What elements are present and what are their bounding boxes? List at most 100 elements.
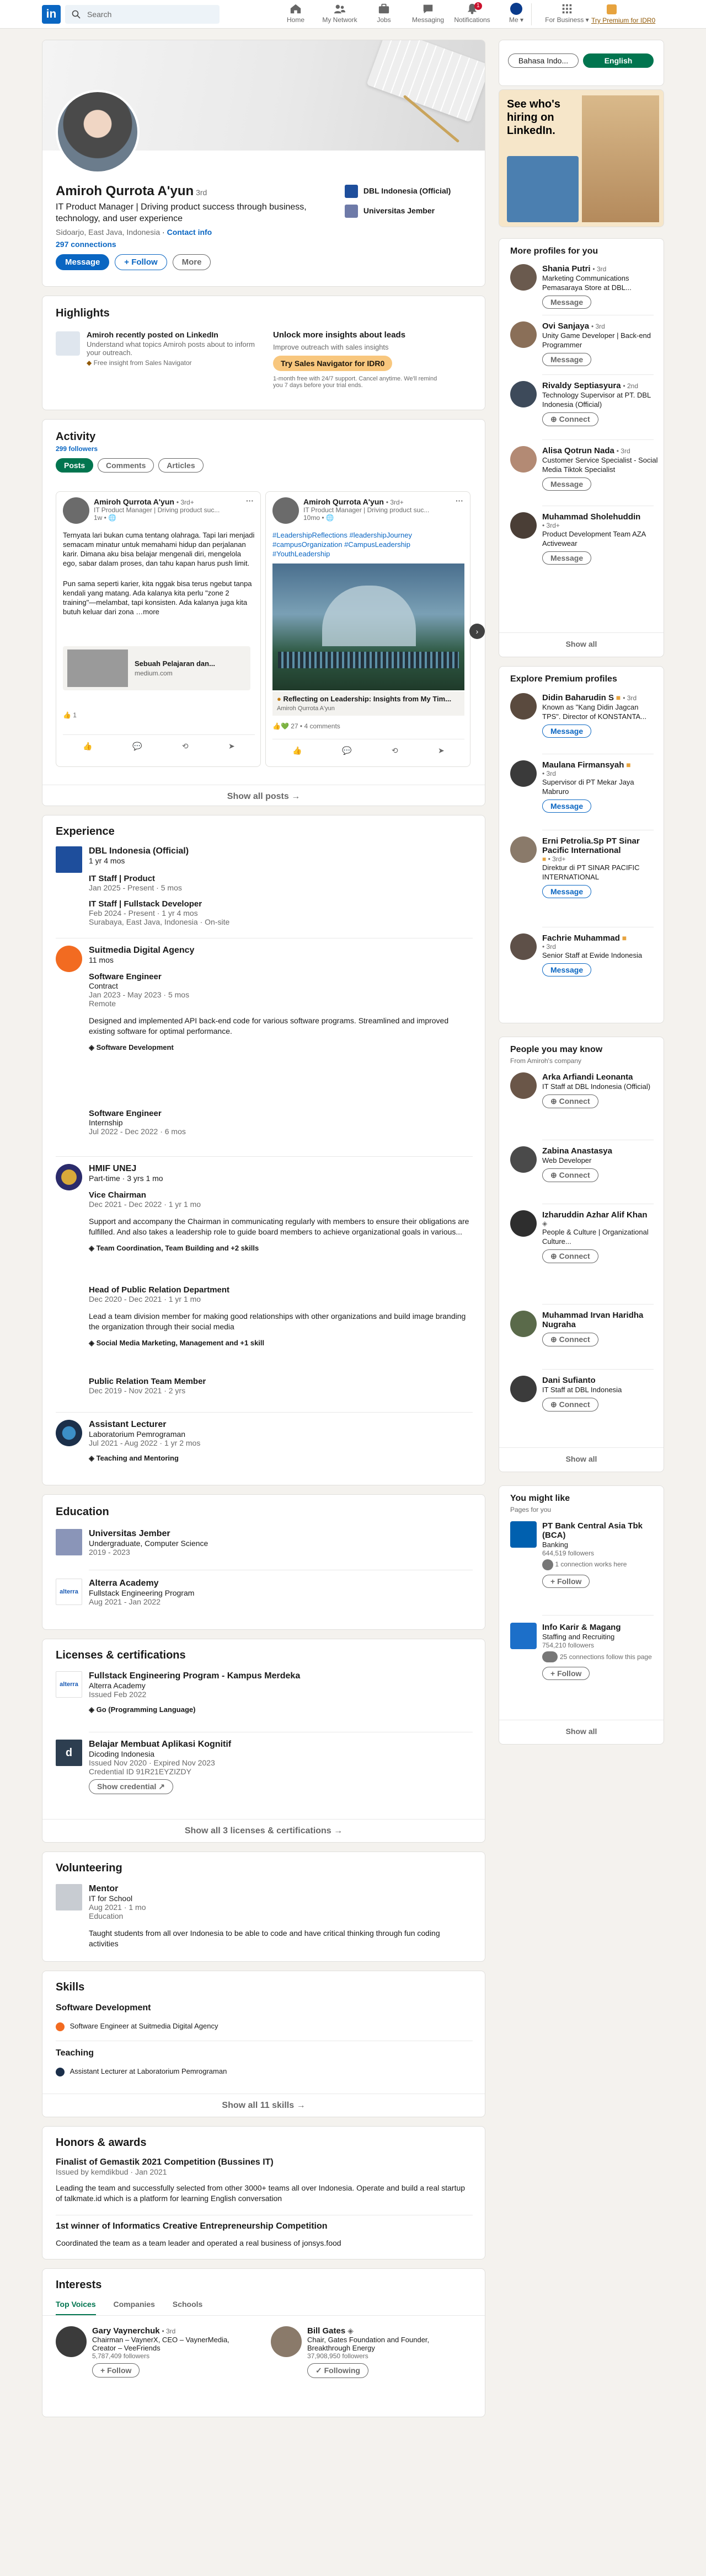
show-all-pymk[interactable]: Show all (499, 1447, 664, 1463)
comment-icon[interactable]: 💬 (342, 746, 351, 755)
hmif-logo[interactable] (56, 1164, 82, 1190)
nav-me[interactable]: Me ▾ (494, 3, 538, 24)
license-org[interactable]: Dicoding Indonesia (89, 1749, 469, 1758)
show-all-licenses[interactable]: Show all 3 licenses & certifications → (42, 1819, 485, 1836)
like-icon[interactable]: 👍 (292, 746, 302, 755)
dicoding-logo[interactable]: d (56, 1740, 82, 1766)
ad-card[interactable]: See who's hiring on LinkedIn. (499, 89, 664, 227)
show-all-profiles[interactable]: Show all (499, 632, 664, 648)
like-icon[interactable]: 👍 (83, 742, 92, 751)
reaction-count[interactable]: 1 (73, 711, 77, 719)
comment-icon[interactable]: 💬 (132, 742, 142, 751)
school-name[interactable]: Alterra Academy (89, 1579, 194, 1588)
post-author-headline: IT Product Manager | Driving product suc… (303, 506, 430, 514)
message-button[interactable]: Message (542, 477, 592, 491)
search-input[interactable]: Search (65, 5, 220, 24)
nav-my-network[interactable]: My Network (318, 3, 362, 24)
nav-messaging[interactable]: Messaging (406, 3, 450, 24)
dbl-company-logo[interactable] (56, 846, 82, 873)
post-card-2[interactable]: Amiroh Qurrota A'yun • 3rd+ IT Product M… (265, 491, 470, 767)
company-name[interactable]: DBL Indonesia (Official) (89, 846, 189, 856)
carousel-next-button[interactable]: › (469, 624, 485, 639)
connections-link[interactable]: 297 connections (56, 240, 331, 249)
nav-home[interactable]: Home (274, 3, 318, 24)
repost-icon[interactable]: ⟲ (392, 746, 398, 755)
show-all-pages[interactable]: Show all (499, 1720, 664, 1736)
company-name[interactable]: Suitmedia Digital Agency (89, 946, 194, 956)
post-hashtags[interactable]: #LeadershipReflections #leadershipJourne… (272, 530, 464, 559)
volunteer-description: Taught students from all over Indonesia … (89, 1929, 440, 1948)
post-image[interactable] (272, 564, 464, 690)
repost-icon[interactable]: ⟲ (182, 742, 189, 751)
send-icon[interactable]: ➤ (228, 742, 235, 751)
alterra-logo[interactable]: alterra (56, 1671, 82, 1698)
tab-top-voices[interactable]: Top Voices (56, 2300, 96, 2315)
tab-posts[interactable]: Posts (56, 458, 94, 473)
laboratorium-logo[interactable] (56, 1420, 82, 1446)
send-icon[interactable]: ➤ (438, 746, 445, 755)
tab-articles[interactable]: Articles (158, 458, 204, 473)
language-english-button[interactable]: English (583, 53, 654, 68)
reaction-count[interactable]: 27 • 4 comments (291, 722, 340, 730)
post-card-1[interactable]: Amiroh Qurrota A'yun • 3rd+ IT Product M… (56, 491, 261, 767)
more-button[interactable]: More (172, 254, 211, 270)
unej-school-logo[interactable] (56, 1529, 82, 1555)
nav-notifications[interactable]: 1 Notifications (450, 2, 494, 24)
connect-button[interactable]: ⊕ Connect (542, 1094, 598, 1108)
post-menu-icon[interactable]: ··· (456, 496, 463, 505)
suitmedia-logo[interactable] (56, 946, 82, 972)
connect-button[interactable]: ⊕ Connect (542, 1333, 598, 1346)
message-button[interactable]: Message (542, 353, 592, 366)
tab-companies[interactable]: Companies (114, 2300, 155, 2309)
contact-info-link[interactable]: Contact info (167, 228, 212, 237)
nav-for-business[interactable]: For Business ▾ (545, 3, 589, 24)
follow-button[interactable]: + Follow (115, 254, 167, 270)
role-skills[interactable]: Social Media Marketing, Management and +… (97, 1339, 265, 1347)
following-button[interactable]: ✓ Following (307, 2363, 368, 2378)
try-premium-link[interactable]: Try Premium for IDR0 (591, 17, 655, 24)
followers-count[interactable]: 299 followers (56, 445, 98, 453)
connect-button[interactable]: ⊕ Connect (542, 1168, 598, 1182)
follow-page-button[interactable]: + Follow (542, 1667, 590, 1680)
license-skills[interactable]: Go (Programming Language) (97, 1705, 196, 1714)
license-org[interactable]: Alterra Academy (89, 1681, 469, 1690)
try-sales-navigator-button[interactable]: Try Sales Navigator for IDR0 (273, 356, 393, 371)
role-skills[interactable]: Teaching and Mentoring (97, 1454, 179, 1462)
skill-name[interactable]: Software Development (56, 2003, 151, 2013)
message-button[interactable]: Message (542, 963, 592, 976)
post-link-preview[interactable]: Sebuah Pelajaran dan... medium.com (63, 646, 250, 690)
post-article-caption[interactable]: ● Reflecting on Leadership: Insights fro… (272, 691, 464, 716)
company-name[interactable]: Laboratorium Pemrograman (89, 1430, 464, 1439)
tab-comments[interactable]: Comments (98, 458, 154, 473)
unlock-desc: Improve outreach with sales insights (273, 343, 389, 351)
language-bahasa-button[interactable]: Bahasa Indo... (508, 53, 579, 68)
post-menu-icon[interactable]: ··· (246, 496, 254, 505)
message-button[interactable]: Message (542, 799, 592, 813)
message-button[interactable]: Message (542, 724, 592, 738)
message-button[interactable]: Message (542, 885, 592, 898)
nav-jobs[interactable]: Jobs (362, 3, 406, 24)
connect-button[interactable]: ⊕ Connect (542, 1398, 598, 1412)
message-button[interactable]: Message (542, 296, 592, 309)
school-name[interactable]: Universitas Jember (89, 1529, 208, 1539)
linkedin-logo[interactable]: in (42, 5, 61, 24)
connect-button[interactable]: ⊕ Connect (542, 412, 598, 426)
role-skills[interactable]: Software Development (97, 1043, 174, 1051)
message-button[interactable]: Message (542, 551, 592, 565)
education-school[interactable]: Universitas Jember (345, 205, 435, 218)
interest-headline: Chair, Gates Foundation and Founder, Bre… (307, 2336, 430, 2352)
role-skills[interactable]: Team Coordination, Team Building and +2 … (97, 1244, 259, 1252)
skill-name[interactable]: Teaching (56, 2048, 94, 2058)
profile-photo[interactable] (56, 90, 140, 174)
tab-schools[interactable]: Schools (173, 2300, 202, 2309)
show-all-skills[interactable]: Show all 11 skills → (42, 2094, 485, 2111)
current-company[interactable]: DBL Indonesia (Official) (345, 185, 451, 198)
alterra-logo[interactable]: alterra (56, 1579, 82, 1605)
message-button[interactable]: Message (56, 254, 110, 270)
follow-page-button[interactable]: + Follow (542, 1575, 590, 1588)
follow-button[interactable]: + Follow (92, 2363, 140, 2378)
show-credential-button[interactable]: Show credential (97, 1782, 156, 1791)
show-all-posts[interactable]: Show all posts → (42, 785, 485, 802)
connect-button[interactable]: ⊕ Connect (542, 1249, 598, 1263)
company-name[interactable]: HMIF UNEJ (89, 1164, 163, 1174)
